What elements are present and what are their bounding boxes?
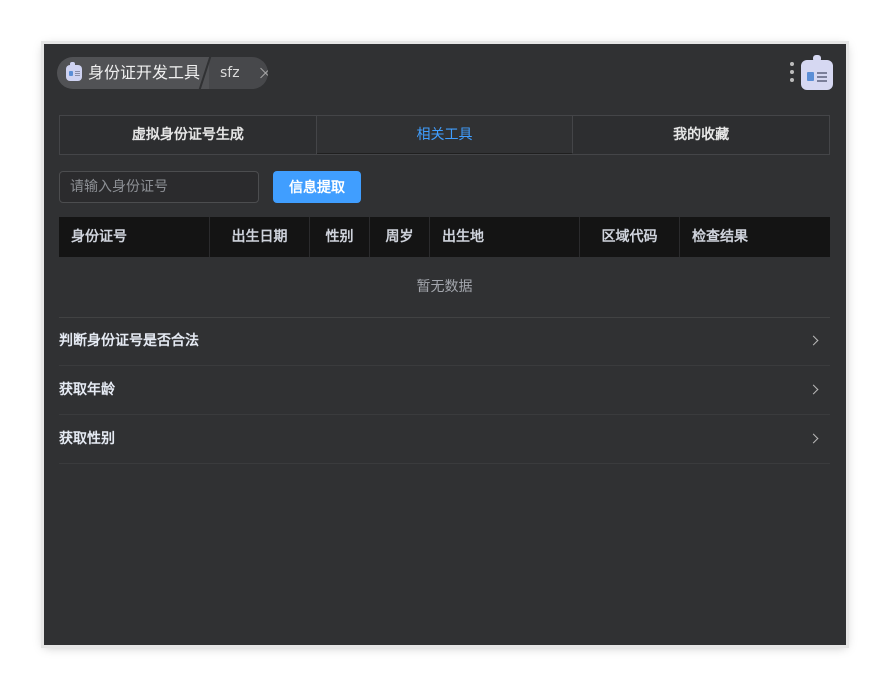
- more-vertical-icon[interactable]: [789, 62, 795, 84]
- chevron-right-icon: [808, 384, 819, 395]
- header: 身份证开发工具 sfz: [44, 44, 846, 104]
- column-header-birth-date: 出生日期: [210, 217, 310, 257]
- app-tag: sfz: [220, 65, 240, 81]
- list-item-label: 获取年龄: [59, 382, 115, 398]
- result-table: 身份证号 出生日期 性别 周岁 出生地 区域代码 检查结果 暂无数据: [59, 217, 830, 318]
- column-header-check-result: 检查结果: [692, 229, 748, 245]
- list-item-get-age[interactable]: 获取年龄: [59, 366, 830, 415]
- tab-related-tools[interactable]: 相关工具: [316, 116, 574, 154]
- table-empty-state: 暂无数据: [59, 257, 830, 318]
- column-header-age: 周岁: [370, 217, 430, 257]
- robot-icon[interactable]: [801, 55, 833, 90]
- tab-my-favorites[interactable]: 我的收藏: [573, 116, 830, 154]
- id-card-icon: [66, 62, 82, 81]
- tab-bar: 虚拟身份证号生成 相关工具 我的收藏: [59, 115, 830, 155]
- column-header-id-number: 身份证号: [59, 217, 210, 257]
- table-header: 身份证号 出生日期 性别 周岁 出生地 区域代码 检查结果: [59, 217, 830, 257]
- list-item-validate-id[interactable]: 判断身份证号是否合法: [59, 317, 830, 366]
- tool-list: 判断身份证号是否合法 获取年龄 获取性别: [59, 317, 830, 464]
- extract-info-button[interactable]: 信息提取: [273, 171, 361, 203]
- list-item-label: 判断身份证号是否合法: [59, 333, 199, 349]
- column-header-birthplace: 出生地: [430, 217, 580, 257]
- column-header-region-code: 区域代码: [580, 217, 680, 257]
- tab-virtual-id-generate[interactable]: 虚拟身份证号生成: [60, 116, 317, 154]
- list-item-label: 获取性别: [59, 431, 115, 447]
- app-title: 身份证开发工具: [88, 63, 201, 82]
- list-item-get-gender[interactable]: 获取性别: [59, 415, 830, 464]
- chevron-right-icon: [808, 433, 819, 444]
- app-tag-pill[interactable]: 身份证开发工具 sfz: [57, 57, 268, 89]
- chevron-right-icon: [808, 335, 819, 346]
- column-header-gender: 性别: [310, 217, 370, 257]
- id-number-input[interactable]: [59, 171, 259, 203]
- close-icon[interactable]: [259, 66, 268, 80]
- app-window: 身份证开发工具 sfz 虚拟身份证号生成 相关工具 我的收藏 信息提取 身份证号…: [44, 44, 846, 645]
